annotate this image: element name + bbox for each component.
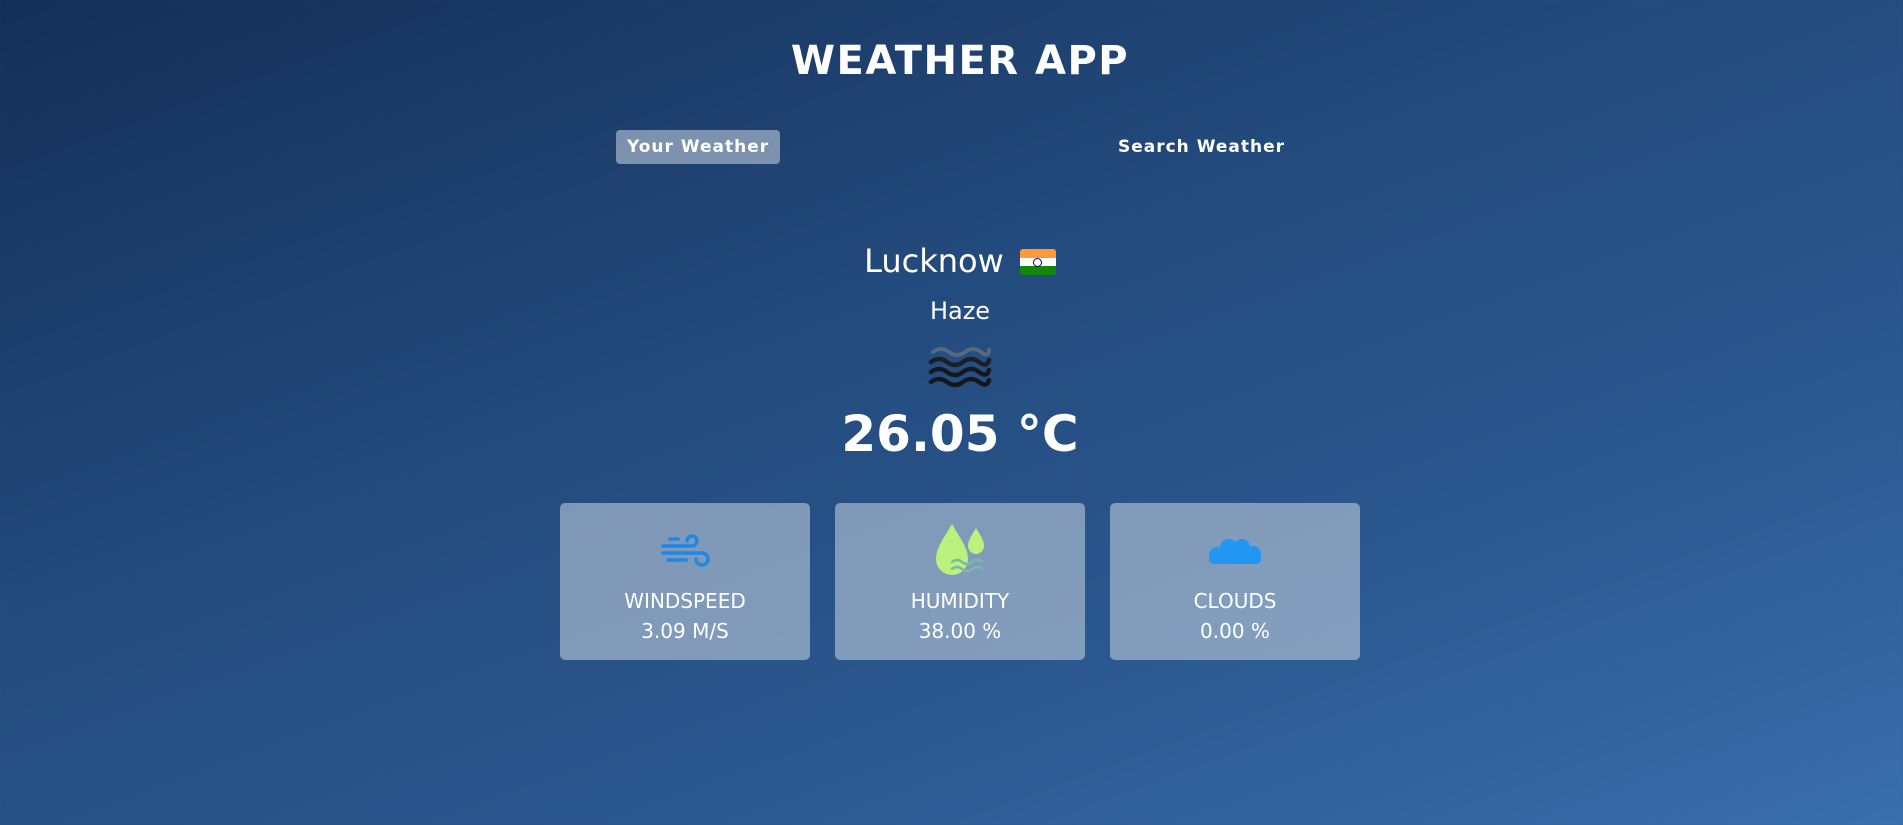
app-title: WEATHER APP	[790, 38, 1130, 84]
windspeed-value: 3.09 M/S	[641, 619, 729, 643]
weather-description: Haze	[929, 297, 991, 325]
humidity-label: HUMIDITY	[910, 589, 1010, 613]
wind-icon	[560, 521, 810, 581]
tab-bar: Your Weather Search Weather	[616, 130, 1296, 164]
temperature: 26.05 °C	[841, 405, 1079, 463]
humidity-card: HUMIDITY 38.00 %	[835, 503, 1085, 660]
weather-info: Lucknow Haze 26.05 °C	[0, 240, 1903, 464]
cloud-icon	[1110, 521, 1360, 581]
windspeed-card: WINDSPEED 3.09 M/S	[560, 503, 810, 660]
humidity-icon	[835, 521, 1085, 581]
clouds-card: CLOUDS 0.00 %	[1110, 503, 1360, 660]
clouds-label: CLOUDS	[1193, 589, 1277, 613]
tab-your-weather[interactable]: Your Weather	[616, 130, 781, 164]
clouds-value: 0.00 %	[1200, 619, 1270, 643]
windspeed-label: WINDSPEED	[624, 589, 746, 613]
weather-app: WEATHER APP Your Weather Search Weather …	[0, 0, 1903, 825]
haze-icon	[927, 344, 993, 390]
tab-search-weather[interactable]: Search Weather	[1107, 130, 1296, 164]
stats-cards: WINDSPEED 3.09 M/S HUMIDITY 38.00 % CLOU…	[560, 503, 1361, 660]
humidity-value: 38.00 %	[918, 619, 1002, 643]
city-row: Lucknow	[0, 240, 1903, 282]
india-flag-icon	[1019, 249, 1056, 275]
city-name: Lucknow	[864, 242, 1004, 280]
